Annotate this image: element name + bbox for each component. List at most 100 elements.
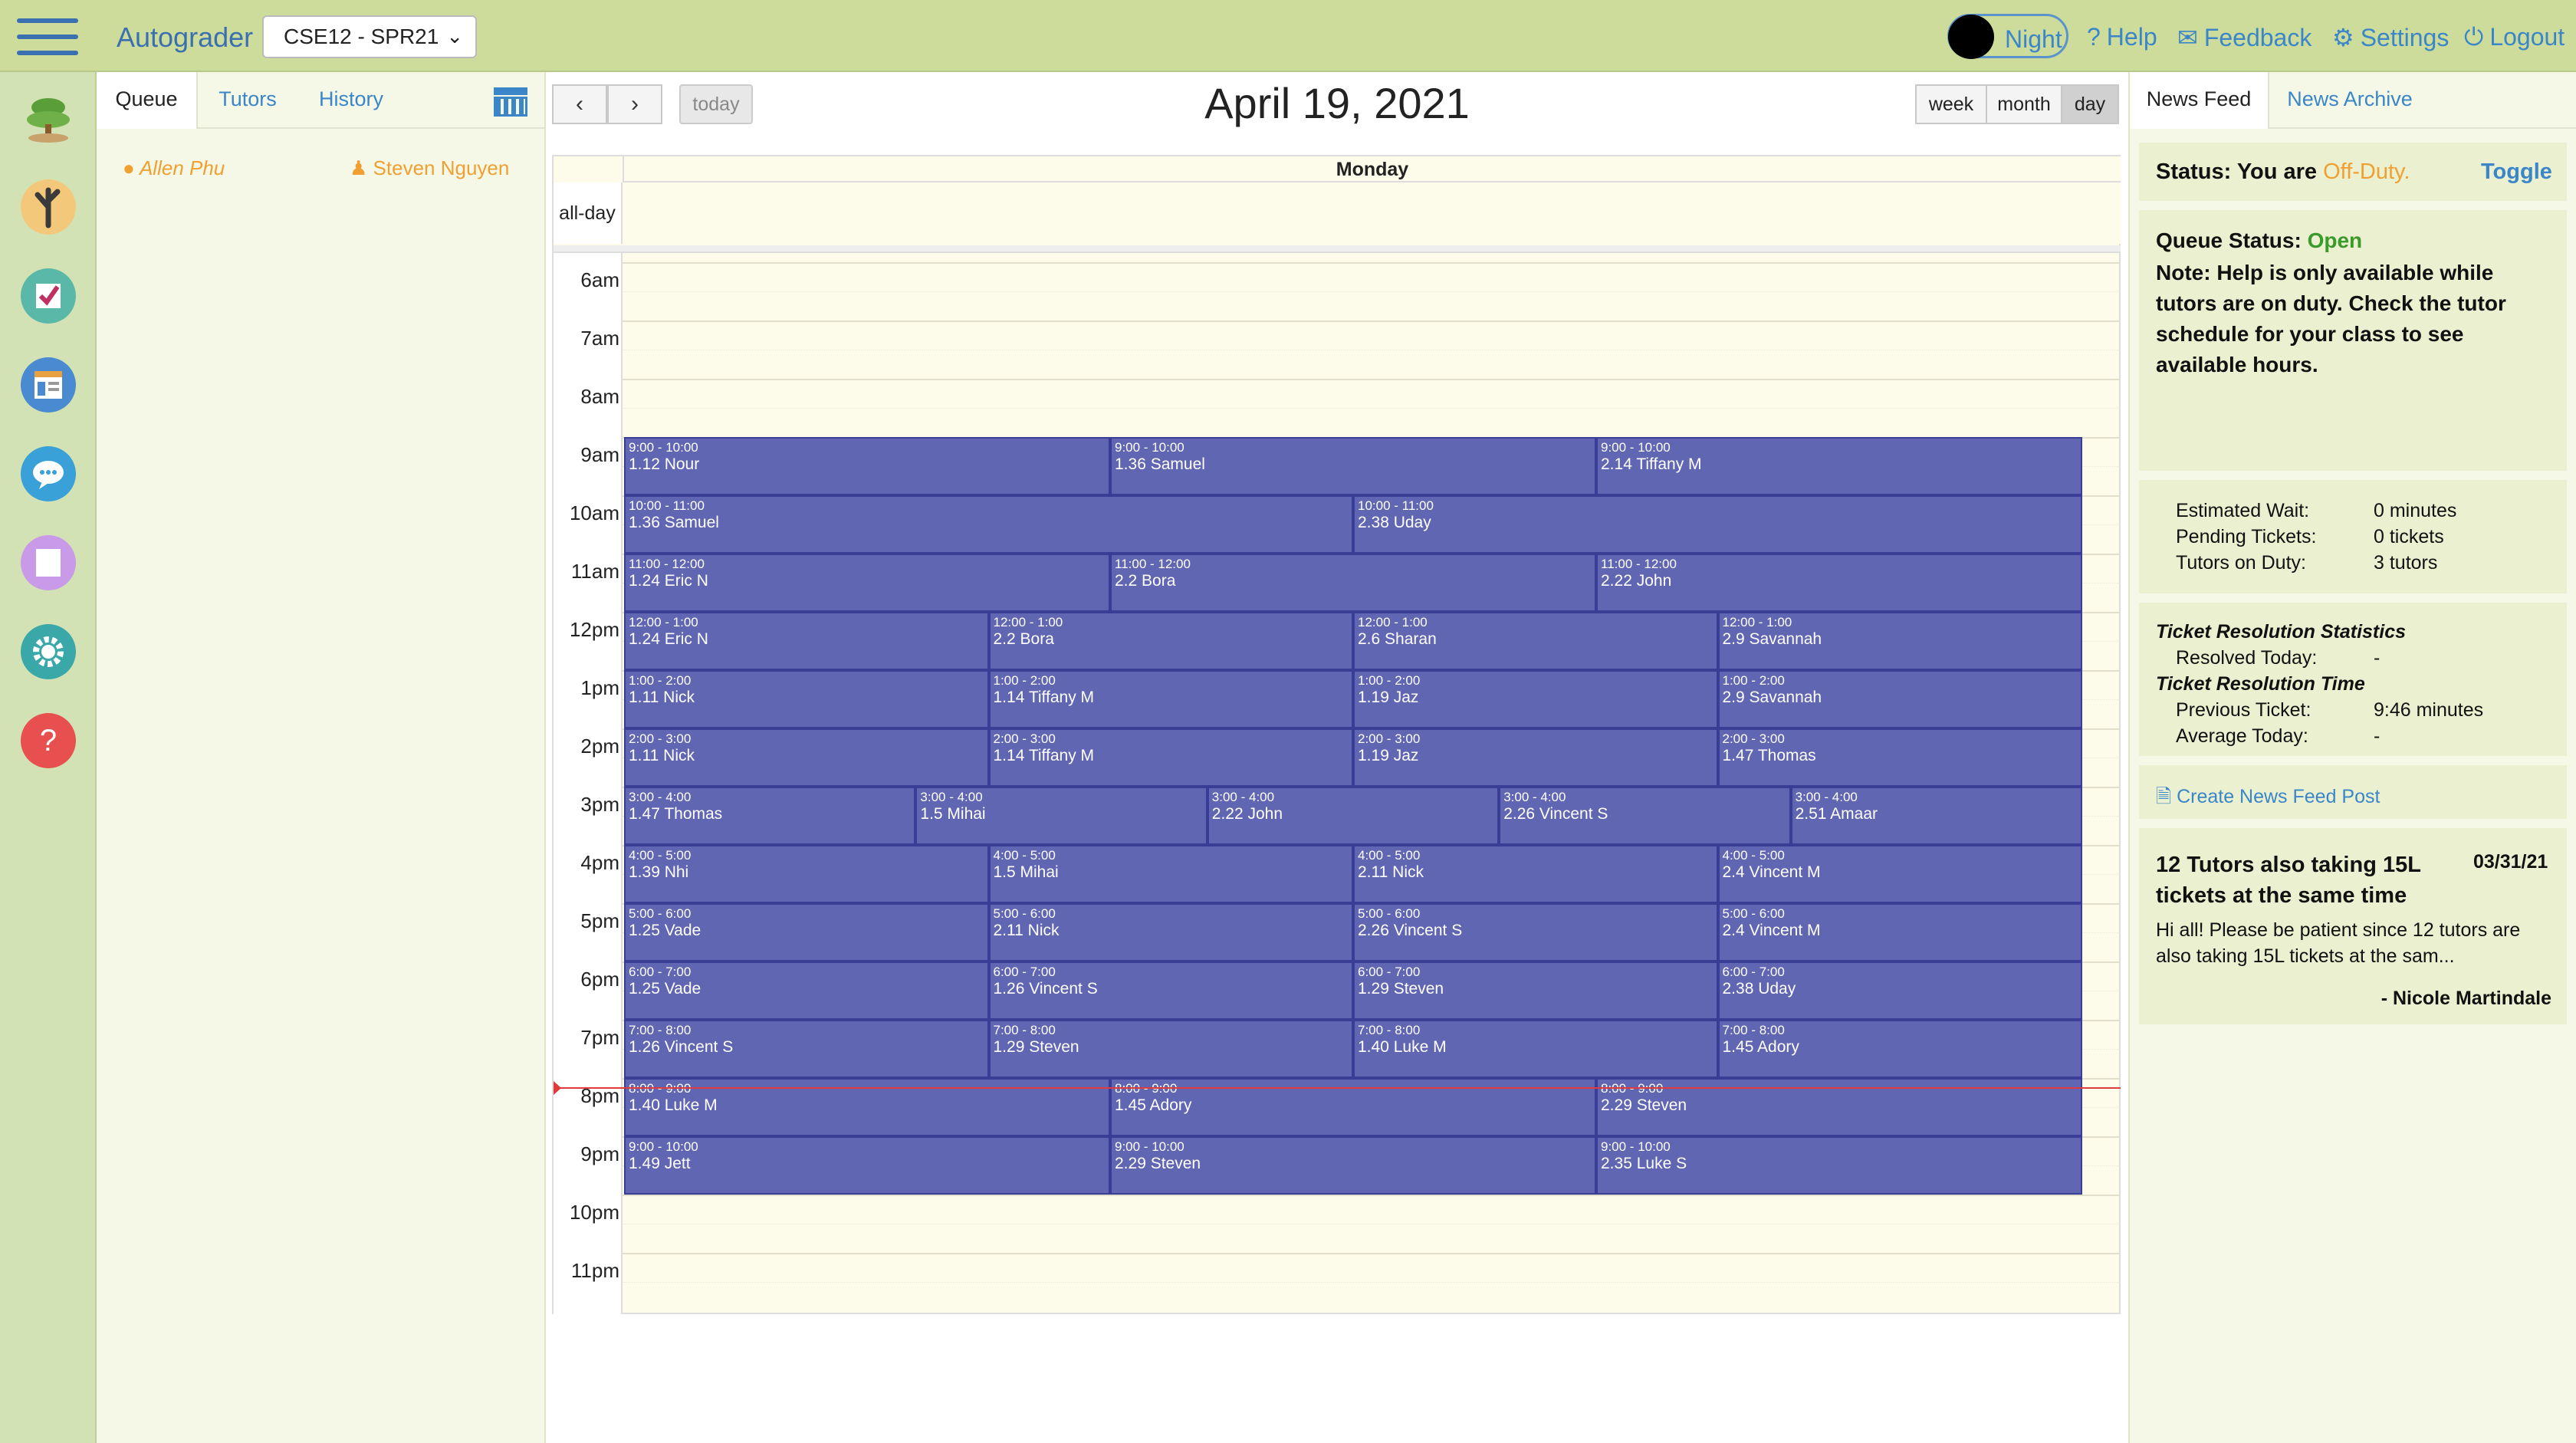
calendar-event[interactable]: 2:00 - 3:00 1.11 Nick [624,728,989,787]
calendar-event[interactable]: 5:00 - 6:00 2.11 Nick [988,903,1353,961]
calendar-event[interactable]: 1:00 - 2:00 1.14 Tiffany M [988,670,1353,728]
tab-news-feed[interactable]: News Feed [2130,72,2269,129]
queue-student[interactable]: ● Allen Phu [123,156,225,180]
logout-link[interactable]: ⏻ Logout [2464,23,2564,52]
calendar-event[interactable]: 6:00 - 7:00 1.25 Vade [624,961,989,1020]
prev-button[interactable]: ‹ [552,84,607,124]
calendar-event[interactable]: 9:00 - 10:00 1.36 Samuel [1110,437,1596,495]
calendar-event[interactable]: 12:00 - 1:00 2.6 Sharan [1353,612,1718,670]
view-week-button[interactable]: week [1915,84,1987,124]
gradebook-icon[interactable] [21,357,76,413]
resolved-today-value: - [2374,647,2380,669]
calendar-event[interactable]: 10:00 - 11:00 2.38 Uday [1353,495,2082,554]
create-news-post-link[interactable]: 🗎 Create News Feed Post [2156,782,2380,815]
app-title[interactable]: Autograder [117,21,253,54]
view-day-button[interactable]: day [2061,84,2119,124]
hour-label: 1pm [580,676,619,699]
calendar-event[interactable]: 2:00 - 3:00 1.19 Jaz [1353,728,1718,787]
help-note: Note: Help is only available while tutor… [2156,261,2506,376]
time-gutter: 6am 7am 8am 9am 10am 11am 12pm 1pm 2pm 3pm 4pm 5pm 6… [554,253,623,1314]
hour-label: 10am [569,501,619,524]
event-title: 2.2 Bora [1115,572,1176,590]
settings-gear-icon[interactable] [21,624,76,679]
event-title: 2.2 Bora [993,630,1054,648]
top-bar: Autograder CSE12 - SPR21 ⌄ Night ? Help ✉… [0,0,2576,72]
calendar-event[interactable]: 4:00 - 5:00 2.4 Vincent M [1717,845,2082,903]
today-button[interactable]: today [679,84,753,124]
tab-tutors[interactable]: Tutors [198,72,297,129]
menu-icon[interactable] [17,18,78,55]
calendar-event[interactable]: 11:00 - 12:00 1.24 Eric N [624,554,1110,612]
hour-label: 3pm [580,793,619,816]
calendar-event[interactable]: 1:00 - 2:00 1.11 Nick [624,670,989,728]
news-tabs: News Feed News Archive [2130,72,2576,129]
calendar-event[interactable]: 7:00 - 8:00 1.40 Luke M [1353,1020,1718,1078]
branch-icon[interactable] [21,179,76,235]
calendar-event[interactable]: 3:00 - 4:00 2.51 Amaar [1790,787,2082,845]
night-mode-toggle[interactable]: Night [1947,14,2068,59]
next-button[interactable]: › [607,84,662,124]
calendar-event[interactable]: 4:00 - 5:00 1.5 Mihai [988,845,1353,903]
help-link[interactable]: ? Help [2087,23,2157,51]
tab-queue[interactable]: Queue [97,72,198,129]
notebook-icon[interactable] [21,535,76,590]
event-time: 8:00 - 9:00 [629,1081,692,1096]
calendar-event[interactable]: 3:00 - 4:00 2.26 Vincent S [1499,787,1791,845]
calendar-event[interactable]: 9:00 - 10:00 2.29 Steven [1110,1136,1596,1195]
calendar-event[interactable]: 12:00 - 1:00 1.24 Eric N [624,612,989,670]
calendar-event[interactable]: 7:00 - 8:00 1.29 Steven [988,1020,1353,1078]
calendar-event[interactable]: 4:00 - 5:00 1.39 Nhi [624,845,989,903]
calendar-event[interactable]: 3:00 - 4:00 1.5 Mihai [915,787,1208,845]
event-title: 1.47 Thomas [629,805,723,823]
calendar-event[interactable]: 12:00 - 1:00 2.9 Savannah [1717,612,2082,670]
hour-label: 8am [580,385,619,408]
calendar-event[interactable]: 11:00 - 12:00 2.22 John [1596,554,2082,612]
calendar-event[interactable]: 9:00 - 10:00 1.49 Jett [624,1136,1110,1195]
queue-status-card: Queue Status: Open Note: Help is only av… [2139,210,2567,471]
calendar-event[interactable]: 1:00 - 2:00 2.9 Savannah [1717,670,2082,728]
calendar-icon[interactable] [494,83,527,117]
calendar-event[interactable]: 7:00 - 8:00 1.26 Vincent S [624,1020,989,1078]
queue-tutor[interactable]: ♟ Steven Nguyen [350,156,509,180]
calendar-event[interactable]: 10:00 - 11:00 1.36 Samuel [624,495,1353,554]
calendar-event[interactable]: 5:00 - 6:00 1.25 Vade [624,903,989,961]
calendar-event[interactable]: 2:00 - 3:00 1.47 Thomas [1717,728,2082,787]
toggle-duty-button[interactable]: Toggle [2481,159,2552,185]
calendar-event[interactable]: 9:00 - 10:00 2.35 Luke S [1596,1136,2082,1195]
calendar-event[interactable]: 6:00 - 7:00 1.29 Steven [1353,961,1718,1020]
chat-icon[interactable] [21,446,76,501]
event-title: 1.25 Vade [629,922,702,939]
stat-value: 0 tickets [2374,526,2444,547]
calendar-event[interactable]: 9:00 - 10:00 2.14 Tiffany M [1596,437,2082,495]
feedback-link[interactable]: ✉ Feedback [2177,23,2312,52]
view-month-button[interactable]: month [1986,84,2062,124]
calendar-event[interactable]: 1:00 - 2:00 1.19 Jaz [1353,670,1718,728]
event-time: 9:00 - 10:00 [1601,440,1671,455]
calendar-event[interactable]: 12:00 - 1:00 2.2 Bora [988,612,1353,670]
news-post[interactable]: 12 Tutors also taking 15L tickets at the… [2139,828,2567,1024]
calendar-event[interactable]: 5:00 - 6:00 2.26 Vincent S [1353,903,1718,961]
event-title: 1.47 Thomas [1722,747,1816,764]
assignment-check-icon[interactable] [21,268,76,324]
event-time: 7:00 - 8:00 [1358,1023,1421,1037]
calendar-event[interactable]: 7:00 - 8:00 1.45 Adory [1717,1020,2082,1078]
tree-logo-icon[interactable] [21,90,76,146]
calendar-event[interactable]: 4:00 - 5:00 2.11 Nick [1353,845,1718,903]
event-title: 2.22 John [1211,805,1283,823]
calendar-event[interactable]: 5:00 - 6:00 2.4 Vincent M [1717,903,2082,961]
event-time: 8:00 - 9:00 [1115,1081,1178,1096]
calendar-event[interactable]: 3:00 - 4:00 1.47 Thomas [624,787,916,845]
calendar-event[interactable]: 3:00 - 4:00 2.22 John [1207,787,1500,845]
tab-history[interactable]: History [297,72,405,129]
course-select[interactable]: CSE12 - SPR21 ⌄ [262,15,477,58]
help-question-icon[interactable]: ? [21,713,76,768]
calendar-event[interactable]: 9:00 - 10:00 1.12 Nour [624,437,1110,495]
all-day-cell[interactable] [623,182,2121,244]
all-day-label: all-day [554,182,623,244]
settings-link[interactable]: ⚙ Settings [2332,23,2449,52]
calendar-event[interactable]: 6:00 - 7:00 2.38 Uday [1717,961,2082,1020]
calendar-event[interactable]: 6:00 - 7:00 1.26 Vincent S [988,961,1353,1020]
calendar-event[interactable]: 2:00 - 3:00 1.14 Tiffany M [988,728,1353,787]
tab-news-archive[interactable]: News Archive [2269,72,2430,129]
calendar-event[interactable]: 11:00 - 12:00 2.2 Bora [1110,554,1596,612]
